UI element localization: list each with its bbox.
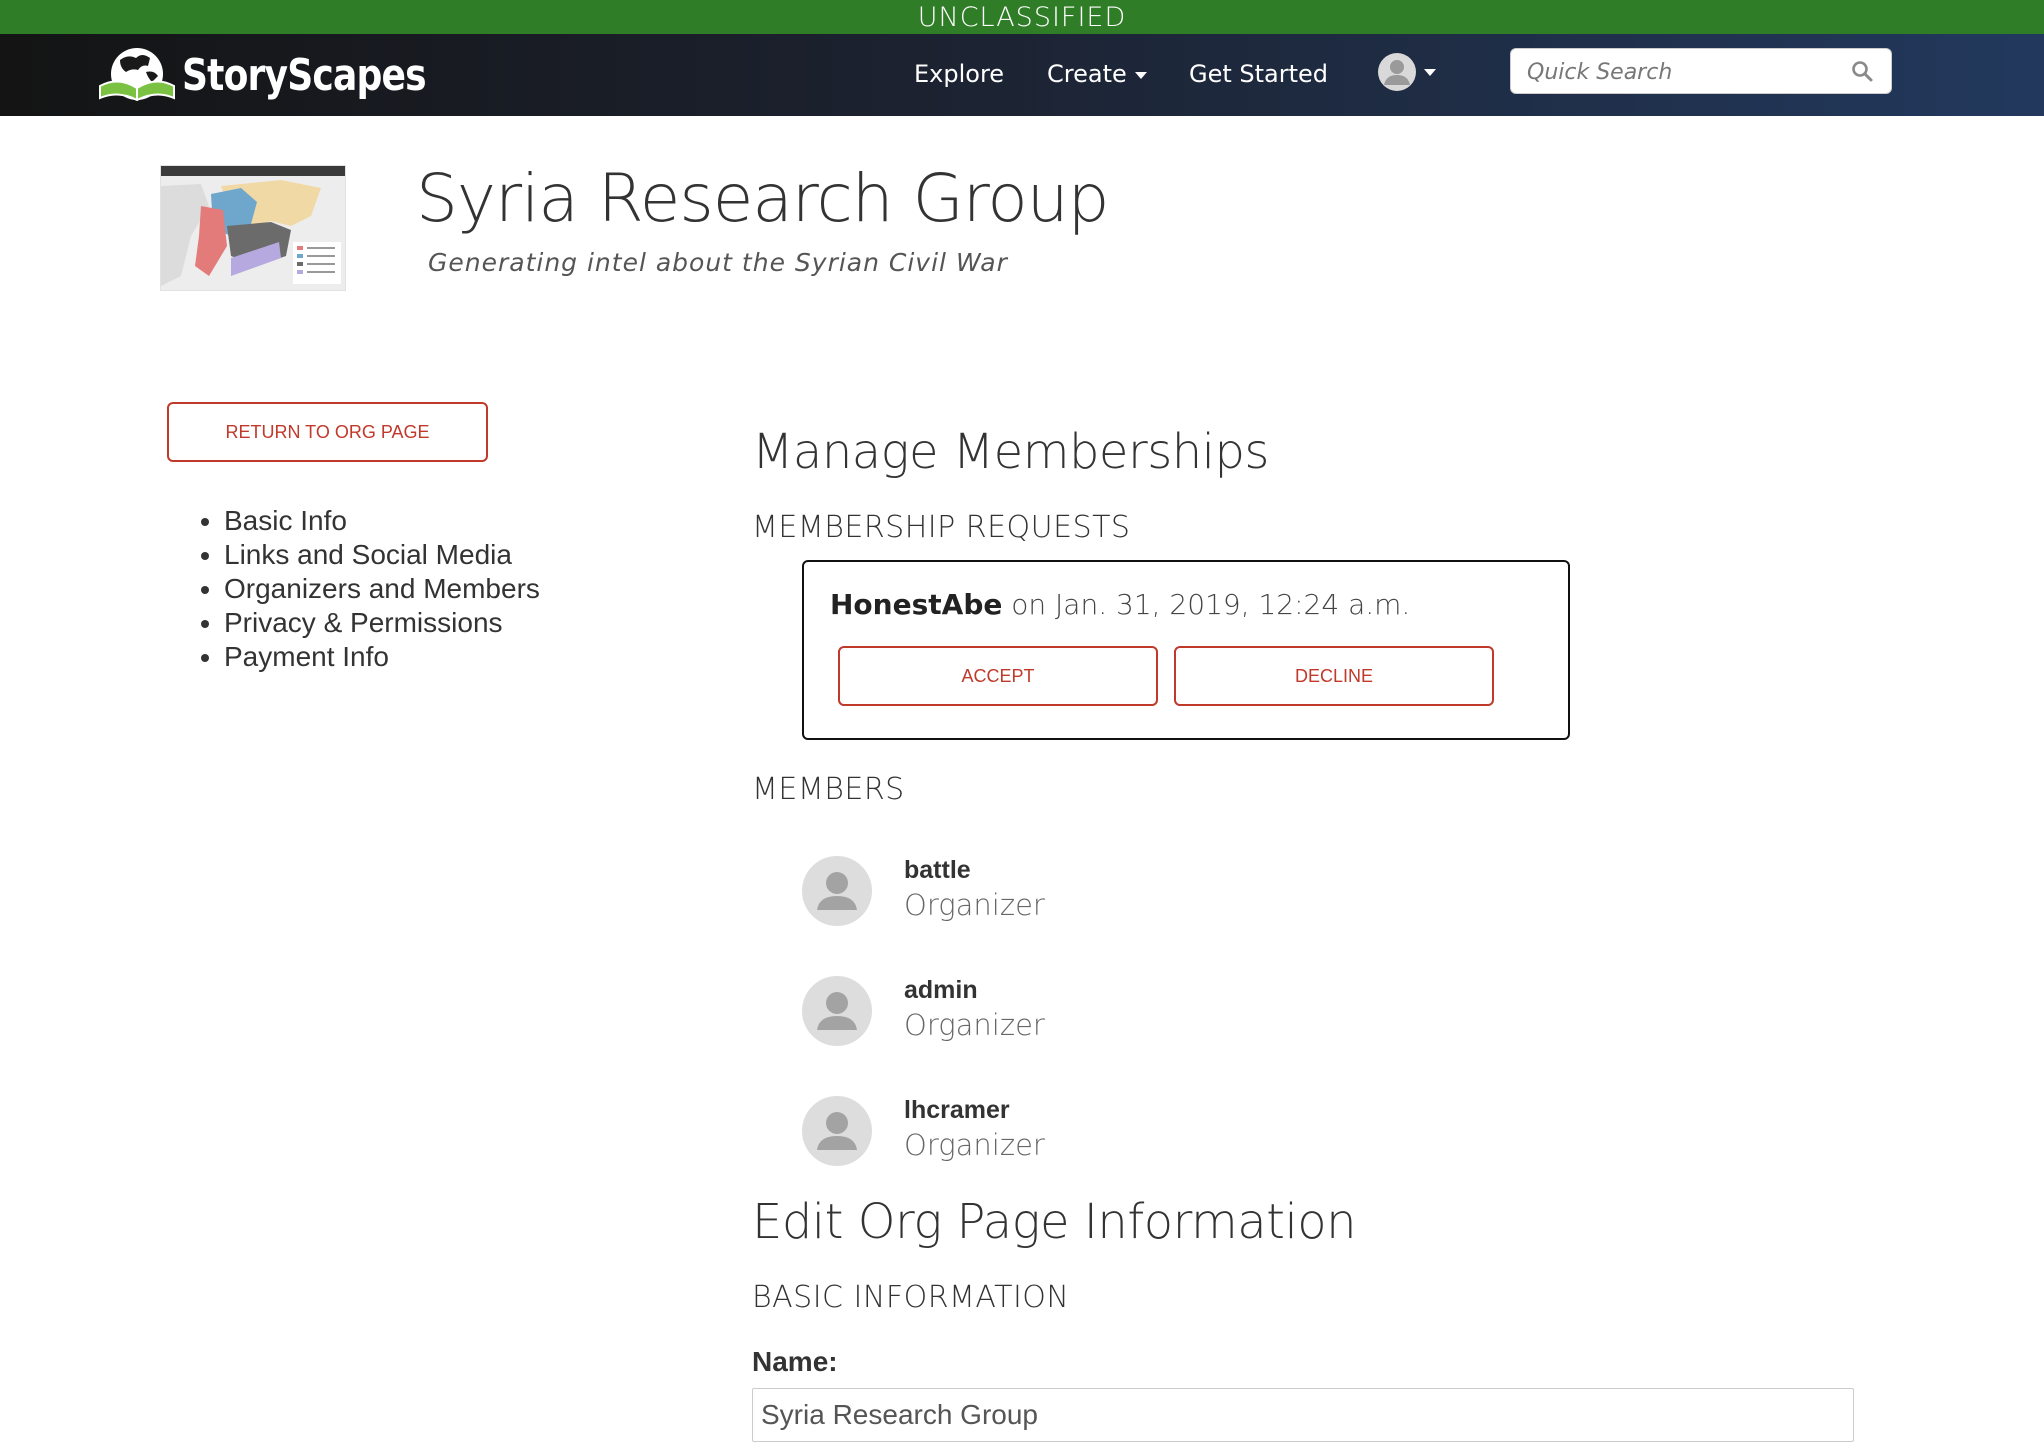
return-to-org-button[interactable]: RETURN TO ORG PAGE: [167, 402, 488, 462]
quick-search: [1510, 48, 1892, 95]
request-date: on Jan. 31, 2019, 12:24 a.m.: [1011, 588, 1411, 621]
members-heading: MEMBERS: [752, 772, 905, 807]
brand-logo[interactable]: StoryScapes: [98, 46, 479, 104]
membership-requests-heading: MEMBERSHIP REQUESTS: [752, 510, 1131, 545]
avatar: [802, 1096, 872, 1166]
chevron-down-icon: [1134, 71, 1147, 79]
member-name[interactable]: admin: [904, 976, 978, 1005]
nav-explore[interactable]: Explore: [914, 60, 1004, 88]
request-line: HonestAbe on Jan. 31, 2019, 12:24 a.m.: [830, 588, 1410, 621]
name-field[interactable]: [752, 1388, 1854, 1442]
sidebar-item-organizers-members[interactable]: Organizers and Members: [224, 572, 540, 606]
sidebar-item-privacy-permissions[interactable]: Privacy & Permissions: [224, 606, 540, 640]
org-title: Syria Research Group: [416, 160, 1109, 237]
sidebar-item-links-social[interactable]: Links and Social Media: [224, 538, 540, 572]
nav-get-started[interactable]: Get Started: [1189, 60, 1328, 88]
avatar: [802, 856, 872, 926]
settings-nav: Basic Info Links and Social Media Organi…: [168, 504, 540, 674]
request-username: HonestAbe: [830, 588, 1003, 621]
org-subtitle: Generating intel about the Syrian Civil …: [428, 248, 1008, 277]
org-map-thumbnail: [160, 165, 346, 291]
nav-create-label: Create: [1047, 60, 1127, 88]
sidebar-item-basic-info[interactable]: Basic Info: [224, 504, 540, 538]
user-avatar-icon: [817, 872, 857, 910]
avatar: [802, 976, 872, 1046]
storyscapes-globe-book-icon: [99, 48, 175, 102]
edit-org-heading: Edit Org Page Information: [752, 1194, 1357, 1250]
user-avatar-icon: [817, 992, 857, 1030]
syria-map-image: [161, 166, 345, 290]
chevron-down-icon: [1424, 68, 1436, 76]
user-avatar-icon: [817, 1112, 857, 1150]
member-name[interactable]: lhcramer: [904, 1096, 1010, 1125]
user-avatar-icon: [1378, 53, 1416, 91]
top-navbar: StoryScapes Explore Create Get Started: [0, 34, 2044, 116]
search-icon[interactable]: [1851, 60, 1873, 82]
member-name[interactable]: battle: [904, 856, 971, 885]
sidebar-item-payment-info[interactable]: Payment Info: [224, 640, 540, 674]
nav-create[interactable]: Create: [1047, 60, 1147, 88]
brand-name: StoryScapes: [182, 49, 427, 101]
accept-button[interactable]: ACCEPT: [838, 646, 1158, 706]
basic-information-heading: BASIC INFORMATION: [752, 1280, 1070, 1315]
search-input[interactable]: [1525, 49, 1839, 95]
member-role: Organizer: [904, 1128, 1045, 1162]
decline-button[interactable]: DECLINE: [1174, 646, 1494, 706]
member-role: Organizer: [904, 888, 1045, 922]
user-menu[interactable]: [1378, 53, 1436, 91]
classification-banner: UNCLASSIFIED: [0, 0, 2044, 34]
member-role: Organizer: [904, 1008, 1045, 1042]
manage-memberships-heading: Manage Memberships: [752, 424, 1269, 480]
name-label: Name:: [752, 1346, 838, 1377]
membership-request-card: HonestAbe on Jan. 31, 2019, 12:24 a.m. A…: [802, 560, 1570, 740]
